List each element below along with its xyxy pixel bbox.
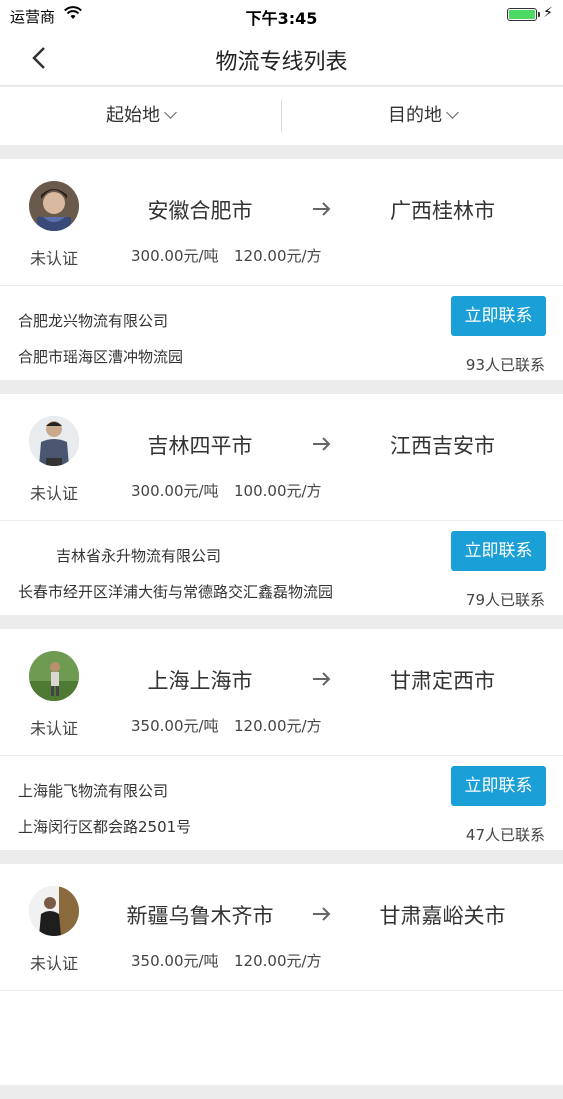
page-title: 物流专线列表: [215, 50, 348, 75]
destination-city: 江西吉安市: [390, 434, 495, 458]
verification-status: 未认证: [30, 249, 79, 268]
origin-city: 新疆乌鲁木齐市: [126, 904, 274, 928]
filter-bar: 起始地 目的地: [0, 87, 563, 145]
navigation-bar: 物流专线列表: [0, 30, 563, 86]
company-name: 合肥龙兴物流有限公司: [18, 312, 169, 330]
charging-icon: ⚡: [543, 5, 553, 21]
company-info: 吉林省永升物流有限公司 长春市经开区洋浦大街与常德路交汇鑫磊物流园 立即联系 7…: [0, 521, 563, 615]
arrow-right-icon: [313, 907, 331, 921]
origin-city: 吉林四平市: [147, 434, 253, 458]
origin-filter[interactable]: 起始地: [0, 87, 281, 145]
company-name: 吉林省永升物流有限公司: [56, 547, 222, 565]
price-per-ton: 300.00元/吨: [131, 482, 219, 500]
destination-city: 广西桂林市: [390, 199, 495, 223]
avatar: [29, 886, 79, 936]
price-per-cubic-meter: 120.00元/方: [234, 717, 322, 735]
company-name: 上海能飞物流有限公司: [18, 782, 169, 800]
price-per-cubic-meter: 100.00元/方: [234, 482, 322, 500]
price-per-ton: 350.00元/吨: [131, 952, 219, 970]
origin-city: 安徽合肥市: [147, 199, 253, 223]
origin-city: 上海上海市: [147, 669, 253, 693]
verification-status: 未认证: [30, 954, 79, 973]
route-summary: 新疆乌鲁木齐市 甘肃嘉峪关市 未认证 350.00元/吨 120.00元/方: [0, 864, 563, 991]
route-card[interactable]: 吉林四平市 江西吉安市 未认证 300.00元/吨 100.00元/方 吉林省永…: [0, 394, 563, 615]
route-card[interactable]: 新疆乌鲁木齐市 甘肃嘉峪关市 未认证 350.00元/吨 120.00元/方: [0, 864, 563, 1085]
route-list: 安徽合肥市 广西桂林市 未认证 300.00元/吨 120.00元/方 合肥龙兴…: [0, 159, 563, 1099]
price-per-ton: 300.00元/吨: [131, 247, 219, 265]
status-bar: 运营商 下午3:45 ⚡: [0, 0, 563, 30]
contact-button[interactable]: 立即联系: [451, 766, 546, 806]
price-per-ton: 350.00元/吨: [131, 717, 219, 735]
chevron-down-icon: [446, 106, 459, 119]
company-address: 长春市经开区洋浦大街与常德路交汇鑫磊物流园: [18, 583, 334, 601]
route-summary: 安徽合肥市 广西桂林市 未认证 300.00元/吨 120.00元/方: [0, 159, 563, 286]
arrow-right-icon: [313, 672, 331, 686]
price-per-cubic-meter: 120.00元/方: [234, 247, 322, 265]
route-card[interactable]: 上海上海市 甘肃定西市 未认证 350.00元/吨 120.00元/方 上海能飞…: [0, 629, 563, 850]
contacted-count: 93人已联系: [465, 356, 545, 374]
contact-button[interactable]: 立即联系: [451, 296, 546, 336]
arrow-right-icon: [313, 437, 331, 451]
destination-filter[interactable]: 目的地: [282, 87, 563, 145]
avatar: [29, 181, 79, 231]
destination-city: 甘肃嘉峪关市: [379, 904, 506, 928]
price-per-cubic-meter: 120.00元/方: [234, 952, 322, 970]
arrow-right-icon: [313, 202, 331, 216]
verification-status: 未认证: [30, 484, 79, 503]
verification-status: 未认证: [30, 719, 79, 738]
destination-filter-label: 目的地: [388, 105, 442, 126]
contacted-count: 47人已联系: [465, 826, 545, 844]
avatar: [29, 651, 79, 701]
origin-filter-label: 起始地: [106, 105, 160, 126]
chevron-down-icon: [164, 106, 177, 119]
contacted-count: 79人已联系: [465, 591, 545, 609]
status-time: 下午3:45: [245, 9, 318, 28]
avatar: [29, 416, 79, 466]
company-address: 合肥市瑶海区漕冲物流园: [18, 348, 184, 366]
battery-icon: [507, 8, 540, 21]
contact-button[interactable]: 立即联系: [451, 531, 546, 571]
company-address: 上海闵行区都会路2501号: [18, 818, 192, 836]
route-card[interactable]: 安徽合肥市 广西桂林市 未认证 300.00元/吨 120.00元/方 合肥龙兴…: [0, 159, 563, 380]
company-info: 上海能飞物流有限公司 上海闵行区都会路2501号 立即联系 47人已联系: [0, 756, 563, 850]
destination-city: 甘肃定西市: [390, 669, 495, 693]
route-summary: 吉林四平市 江西吉安市 未认证 300.00元/吨 100.00元/方: [0, 394, 563, 521]
route-summary: 上海上海市 甘肃定西市 未认证 350.00元/吨 120.00元/方: [0, 629, 563, 756]
company-info: 合肥龙兴物流有限公司 合肥市瑶海区漕冲物流园 立即联系 93人已联系: [0, 286, 563, 380]
